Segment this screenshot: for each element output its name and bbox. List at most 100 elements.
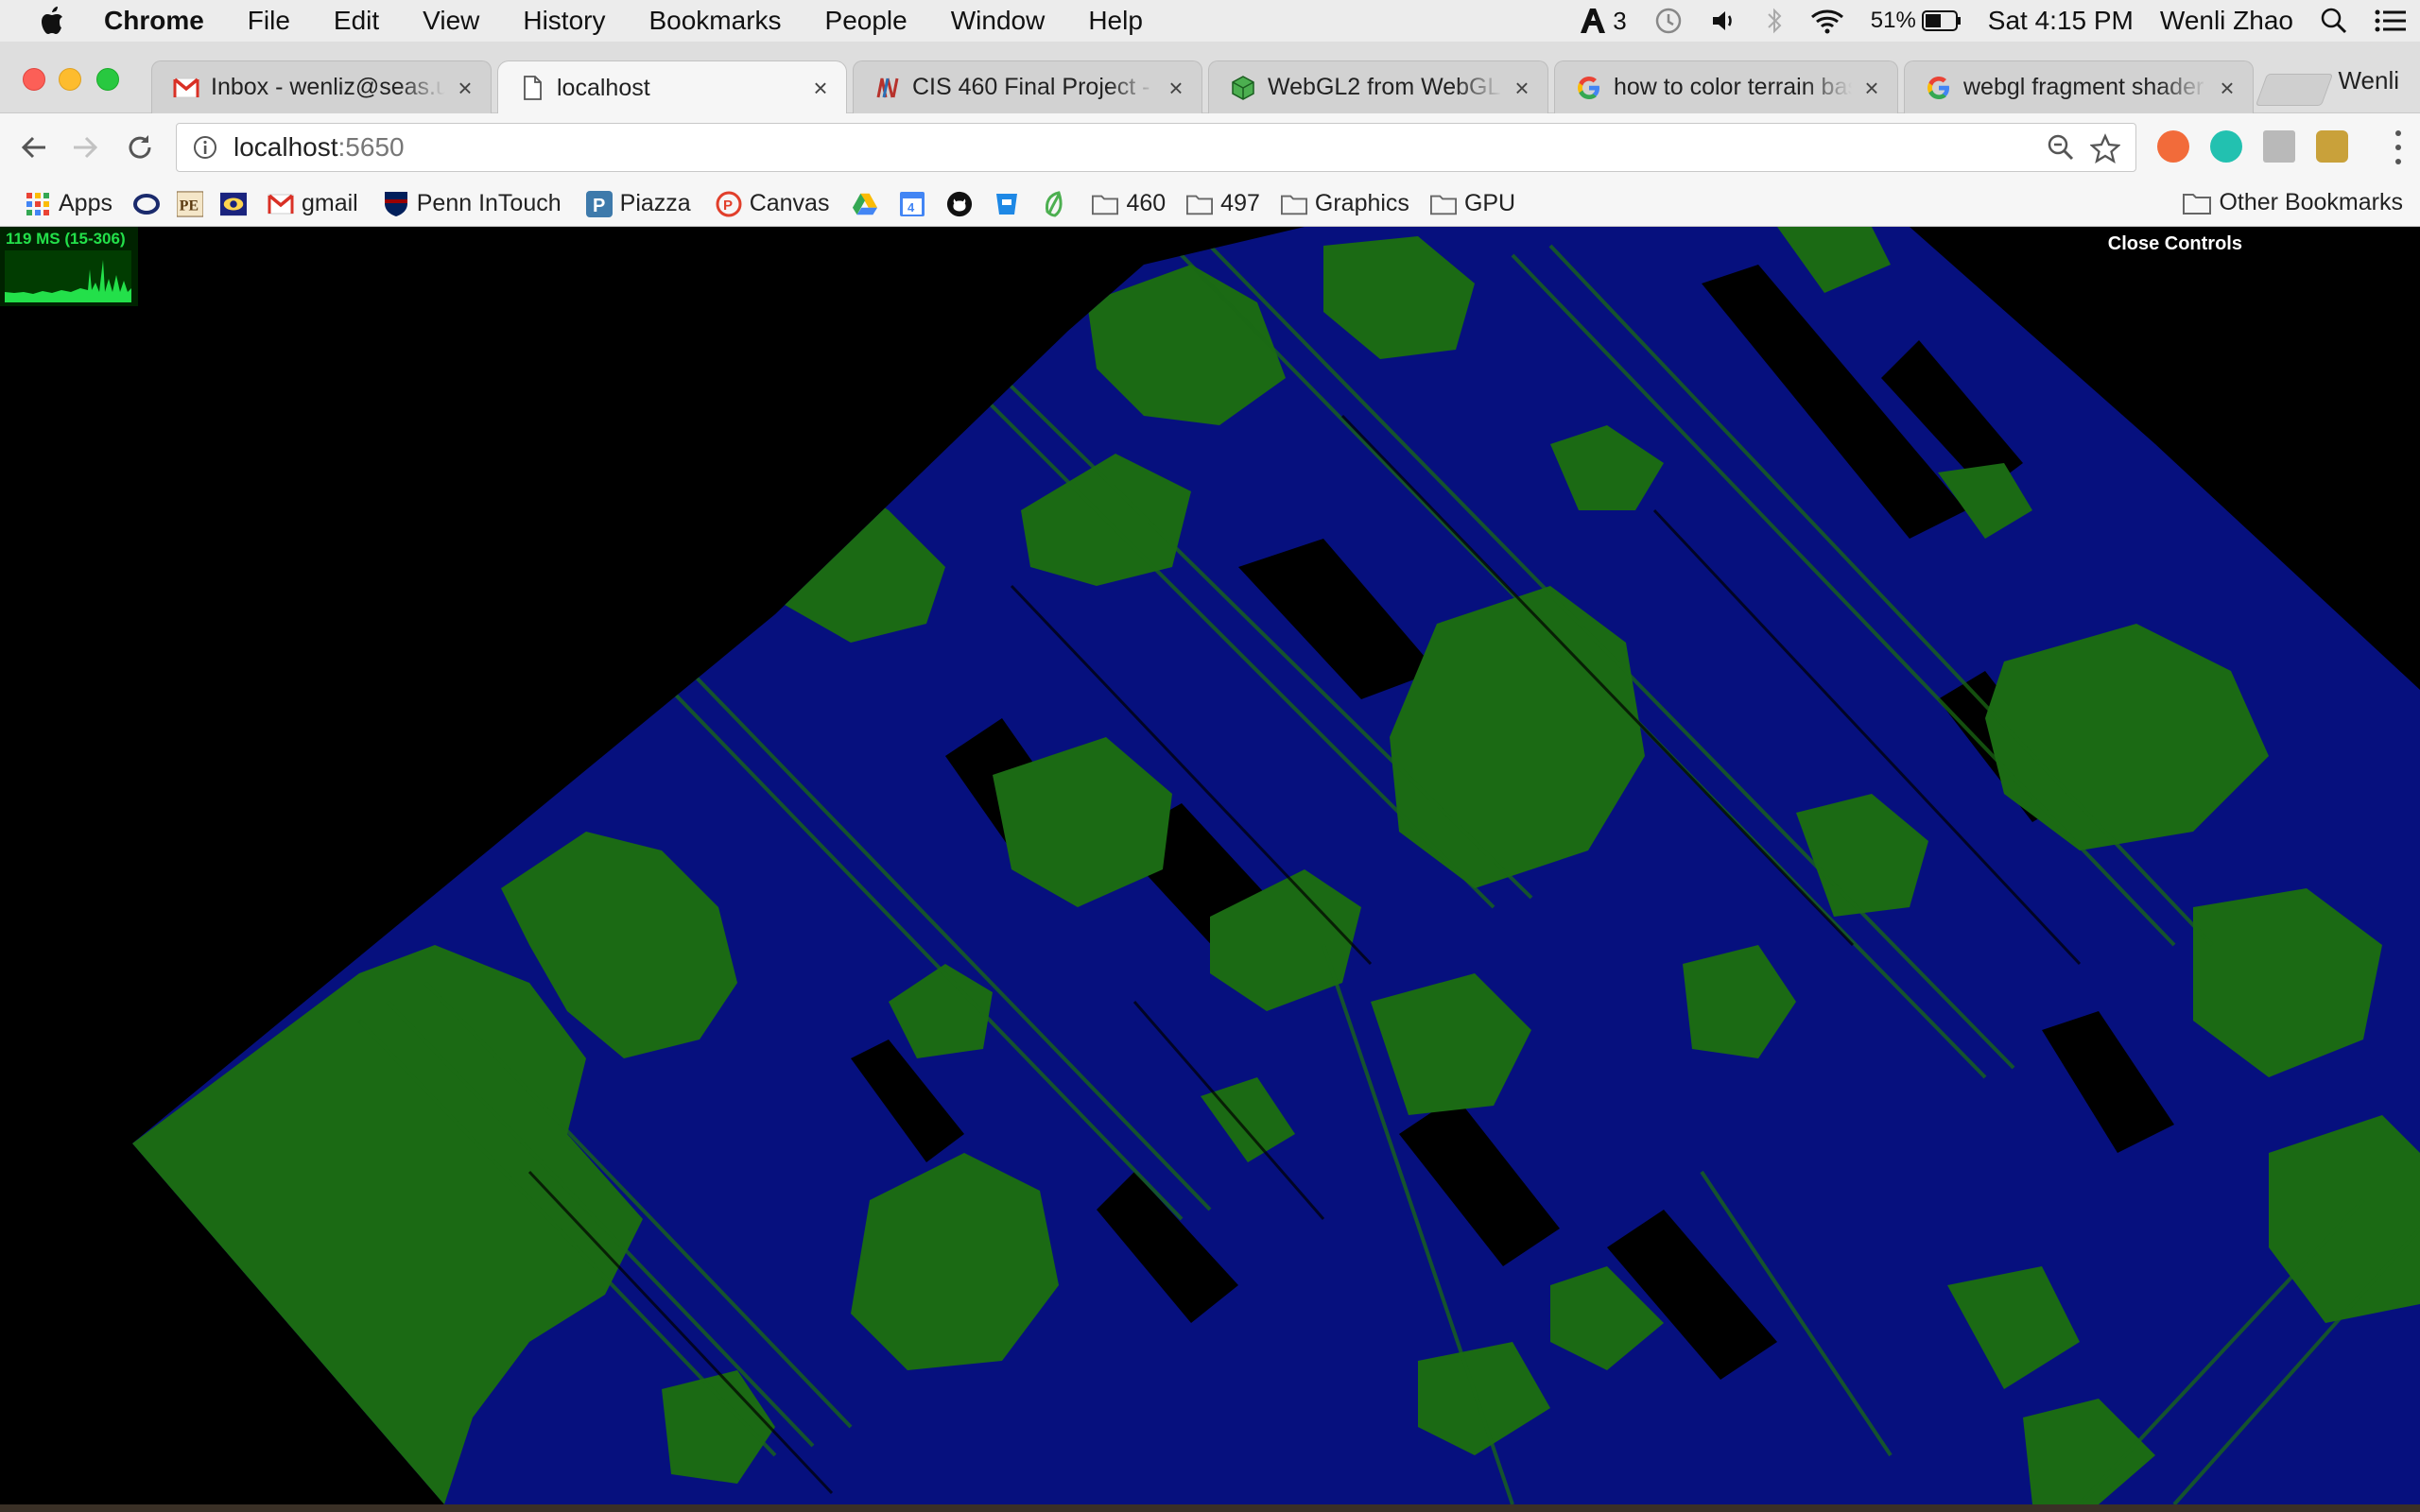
menu-edit[interactable]: Edit xyxy=(312,6,401,36)
apple-icon[interactable] xyxy=(0,7,104,35)
google-icon xyxy=(1926,75,1952,101)
menu-people[interactable]: People xyxy=(804,6,929,36)
bookmark-penn-intouch[interactable]: Penn InTouch xyxy=(383,190,562,217)
bookmark-canvas[interactable]: P Canvas xyxy=(716,190,830,217)
tab-close-icon[interactable]: × xyxy=(2215,76,2239,100)
window-minimize-button[interactable] xyxy=(59,68,81,91)
desktop-edge xyxy=(0,1504,2420,1512)
battery-status[interactable]: 51% xyxy=(1858,8,1975,34)
chrome-menu-icon[interactable] xyxy=(2394,130,2403,164)
bookmark-leaf[interactable] xyxy=(1041,190,1067,217)
macos-menu-bar: Chrome File Edit View History Bookmarks … xyxy=(0,0,2420,42)
tab-localhost[interactable]: localhost × xyxy=(497,60,847,114)
bookmark-pe[interactable]: PE xyxy=(176,190,203,217)
adobe-icon xyxy=(1581,9,1606,33)
tab-title: CIS 460 Final Project - xyxy=(912,74,1150,100)
bookmark-gmail[interactable]: gmail xyxy=(268,190,358,217)
drive-icon xyxy=(852,191,878,217)
menu-file[interactable]: File xyxy=(226,6,312,36)
bookmark-label: Piazza xyxy=(619,190,691,216)
bookmark-folder-graphics[interactable]: Graphics xyxy=(1280,190,1409,217)
reload-icon xyxy=(129,135,151,159)
bookmark-github[interactable] xyxy=(946,191,973,217)
bookmark-star-icon[interactable] xyxy=(2089,133,2121,170)
folder-icon xyxy=(1429,191,1457,217)
bookmark-eye[interactable] xyxy=(219,191,247,217)
battery-percent: 51% xyxy=(1870,8,1916,33)
close-controls-button[interactable]: Close Controls xyxy=(2098,230,2252,259)
svg-text:P: P xyxy=(593,196,605,216)
pe-icon: PE xyxy=(176,190,203,217)
menu-window[interactable]: Window xyxy=(929,6,1067,36)
address-bar[interactable]: localhost :5650 xyxy=(176,123,2136,172)
page-icon xyxy=(519,75,545,101)
apps-grid-icon xyxy=(25,191,51,217)
back-button[interactable] xyxy=(15,129,53,166)
other-bookmarks[interactable]: Other Bookmarks xyxy=(2183,189,2403,216)
window-close-button[interactable] xyxy=(23,68,45,91)
menu-app-name[interactable]: Chrome xyxy=(104,6,226,36)
canvas-icon: P xyxy=(716,191,742,217)
bookmark-label: Canvas xyxy=(749,190,830,216)
folder-icon xyxy=(1186,191,1214,217)
new-tab-button[interactable] xyxy=(2255,74,2334,106)
menu-history[interactable]: History xyxy=(501,6,627,36)
cube-icon xyxy=(1230,75,1256,101)
tab-webgl2-from-webgl1[interactable]: WebGL2 from WebGL1 × xyxy=(1208,60,1548,113)
tab-close-icon[interactable]: × xyxy=(808,76,833,100)
forward-button[interactable] xyxy=(66,129,104,166)
tab-close-icon[interactable]: × xyxy=(1859,76,1884,100)
tab-close-icon[interactable]: × xyxy=(1164,76,1188,100)
tab-color-terrain-search[interactable]: how to color terrain based on height × xyxy=(1554,60,1898,113)
menu-help[interactable]: Help xyxy=(1066,6,1165,36)
bookmark-label: Apps xyxy=(59,190,112,216)
reload-button[interactable] xyxy=(121,129,159,166)
extension-grid-icon[interactable] xyxy=(2263,130,2295,163)
url-host: localhost xyxy=(233,132,338,162)
tab-gmail-inbox[interactable]: Inbox - wenliz@seas.upenn.edu × xyxy=(151,60,492,113)
bookmark-label: 460 xyxy=(1126,190,1167,216)
piazza-like-icon xyxy=(874,75,901,101)
extension-m-icon[interactable] xyxy=(2210,130,2242,163)
tab-webgl-fragment-shader-search[interactable]: webgl fragment shader × xyxy=(1904,60,2254,113)
adobe-creative-cloud-status[interactable]: 3 xyxy=(1567,7,1639,36)
stats-graph xyxy=(5,250,131,302)
tab-title: webgl fragment shader xyxy=(1963,74,2204,100)
bookmark-trello[interactable] xyxy=(994,191,1020,217)
bookmark-opera[interactable] xyxy=(132,191,160,217)
bookmark-drive[interactable] xyxy=(852,191,878,217)
menu-bookmarks[interactable]: Bookmarks xyxy=(627,6,803,36)
extension-plant-icon[interactable] xyxy=(2316,130,2348,163)
tab-cis460-final-project[interactable]: CIS 460 Final Project - × xyxy=(853,60,1202,113)
spotlight-search-icon[interactable] xyxy=(2307,7,2361,35)
profile-name[interactable]: Wenli xyxy=(2338,66,2399,95)
bookmark-label: GPU xyxy=(1463,190,1516,216)
bookmark-folder-460[interactable]: 460 xyxy=(1092,190,1166,217)
bookmark-piazza[interactable]: P Piazza xyxy=(585,190,691,217)
time-machine-icon[interactable] xyxy=(1640,6,1697,36)
tab-title: how to color terrain based on height xyxy=(1614,74,1852,100)
zoom-icon[interactable] xyxy=(2047,133,2075,168)
wifi-icon[interactable] xyxy=(1797,8,1858,34)
tab-close-icon[interactable]: × xyxy=(453,76,477,100)
webgl-canvas[interactable]: 119 MS (15-306) Close Controls xyxy=(0,227,2420,1504)
notification-center-icon[interactable] xyxy=(2361,9,2420,33)
bluetooth-icon[interactable] xyxy=(1752,7,1797,35)
bookmark-apps[interactable]: Apps xyxy=(25,190,112,217)
volume-icon[interactable] xyxy=(1697,8,1752,34)
site-info-icon[interactable] xyxy=(177,134,233,161)
bookmark-folder-gpu[interactable]: GPU xyxy=(1429,190,1516,217)
forward-arrow-icon xyxy=(74,136,98,159)
clock[interactable]: Sat 4:15 PM xyxy=(1975,6,2147,36)
bookmark-folder-497[interactable]: 497 xyxy=(1186,190,1260,217)
gmail-icon xyxy=(268,191,294,217)
tab-close-icon[interactable]: × xyxy=(1510,76,1534,100)
bookmark-calendar[interactable]: 4 xyxy=(899,191,925,217)
window-zoom-button[interactable] xyxy=(96,68,119,91)
fps-stats-panel[interactable]: 119 MS (15-306) xyxy=(0,227,138,306)
user-name[interactable]: Wenli Zhao xyxy=(2147,6,2307,36)
menu-view[interactable]: View xyxy=(401,6,501,36)
battery-icon xyxy=(1921,10,1961,31)
penn-shield-icon xyxy=(383,191,409,217)
extension-compass-icon[interactable] xyxy=(2157,130,2189,163)
